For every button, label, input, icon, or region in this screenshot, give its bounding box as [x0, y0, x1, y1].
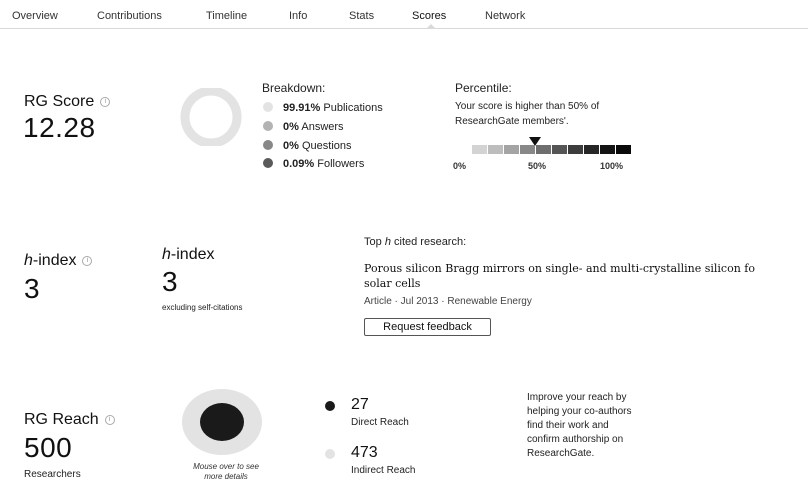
percentile-cell [472, 145, 487, 154]
percentile-title: Percentile: [455, 81, 512, 95]
breakdown-publications: 99.91% Publications [263, 102, 383, 114]
tab-network[interactable]: Network [485, 10, 525, 22]
h-italic: h [384, 236, 391, 248]
percentile-cell [536, 145, 551, 154]
breakdown-label: Answers [301, 121, 344, 133]
direct-reach-value: 27 [351, 396, 369, 413]
percentile-cell [600, 145, 615, 154]
rg-reach-chart[interactable] [180, 388, 264, 456]
mouse-over-line2: more details [204, 472, 248, 481]
percentile-cell [584, 145, 599, 154]
profile-tabs: Overview Contributions Timeline Info Sta… [0, 0, 808, 29]
breakdown-answers: 0% Answers [263, 121, 344, 133]
breakdown-percent: 0% [283, 121, 299, 133]
tab-stats[interactable]: Stats [349, 10, 374, 22]
breakdown-label: Publications [323, 102, 383, 114]
info-icon[interactable]: i [104, 414, 115, 425]
publications-dot [263, 102, 273, 112]
direct-reach-label: Direct Reach [351, 417, 409, 428]
paper-title-line1[interactable]: Porous silicon Bragg mirrors on single- … [364, 261, 808, 276]
direct-reach-circle [200, 403, 244, 441]
percentile-text-1: Your score is higher than 50% of [455, 101, 600, 112]
h-italic: h [162, 246, 171, 263]
tab-overview[interactable]: Overview [12, 10, 58, 22]
excluding-caption: excluding self-citations [162, 303, 243, 312]
answers-dot [263, 121, 273, 131]
tab-info[interactable]: Info [289, 10, 307, 22]
paper-title-line2[interactable]: solar cells [364, 276, 420, 291]
mouse-over-line1: Mouse over to see [193, 462, 259, 471]
percentile-label-100: 100% [600, 161, 624, 171]
rg-score-title-text: RG Score [24, 93, 95, 110]
indirect-reach-dot [325, 449, 335, 459]
rg-score-donut[interactable] [178, 88, 244, 146]
improve-line1: Improve your reach by [527, 392, 627, 403]
improve-reach-text: Improve your reach by helping your co-au… [527, 391, 632, 461]
improve-line2: helping your co-authors [527, 406, 632, 417]
h-index-excluding-title-rest: -index [170, 246, 215, 263]
questions-dot [263, 140, 273, 150]
percentile-text-2: ResearchGate members'. [455, 116, 569, 127]
rg-reach-unit: Researchers [24, 469, 81, 480]
mouse-over-hint: Mouse over to see more details [180, 462, 272, 482]
percentile-label-50: 50% [528, 161, 547, 171]
top-cited-prefix: Top [364, 236, 382, 248]
percentile-cell [520, 145, 535, 154]
h-index-value: 3 [24, 273, 41, 304]
percentile-cell [616, 145, 631, 154]
improve-line3: find their work and [527, 420, 609, 431]
tab-scores[interactable]: Scores [412, 10, 446, 22]
percentile-cell [504, 145, 519, 154]
improve-line4: confirm authorship on [527, 434, 624, 445]
percentile-label-0: 0% [453, 161, 467, 171]
improve-line5: ResearchGate. [527, 448, 595, 459]
rg-reach-title: RG Reach i [24, 411, 115, 429]
h-index-title: h-index i [24, 252, 93, 270]
breakdown-label: Followers [317, 158, 365, 170]
top-cited-heading: Top h cited research: [364, 236, 466, 248]
percentile-cell [488, 145, 503, 154]
rg-score-value: 12.28 [23, 112, 96, 143]
request-feedback-button[interactable]: Request feedback [364, 318, 491, 336]
rg-score-title: RG Score i [24, 93, 111, 111]
h-italic: h [24, 252, 33, 269]
breakdown-percent: 99.91% [283, 102, 321, 114]
indirect-reach-label: Indirect Reach [351, 465, 416, 476]
percentile-cell [568, 145, 583, 154]
breakdown-percent: 0% [283, 140, 299, 152]
paper-meta: Article · Jul 2013 · Renewable Energy [364, 296, 532, 307]
rg-reach-title-text: RG Reach [24, 411, 99, 428]
indirect-reach-value: 473 [351, 444, 378, 461]
breakdown-label: Questions [301, 140, 352, 152]
followers-dot [263, 158, 273, 168]
tab-contributions[interactable]: Contributions [97, 10, 162, 22]
breakdown-percent: 0.09% [283, 158, 315, 170]
percentile-cell [552, 145, 567, 154]
top-cited-suffix: cited research: [394, 236, 467, 248]
breakdown-followers: 0.09% Followers [263, 158, 364, 170]
breakdown-questions: 0% Questions [263, 140, 352, 152]
active-tab-indicator [426, 24, 436, 29]
info-icon[interactable]: i [82, 255, 93, 266]
h-index-excluding-value: 3 [162, 266, 179, 297]
tab-timeline[interactable]: Timeline [206, 10, 247, 22]
info-icon[interactable]: i [100, 96, 111, 107]
breakdown-title: Breakdown: [262, 81, 326, 95]
h-index-excluding-title: h-index [162, 246, 214, 264]
rg-reach-value: 500 [24, 432, 73, 463]
h-index-title-rest: -index [32, 252, 77, 269]
direct-reach-dot [325, 401, 335, 411]
donut-publications-segment [180, 88, 242, 146]
